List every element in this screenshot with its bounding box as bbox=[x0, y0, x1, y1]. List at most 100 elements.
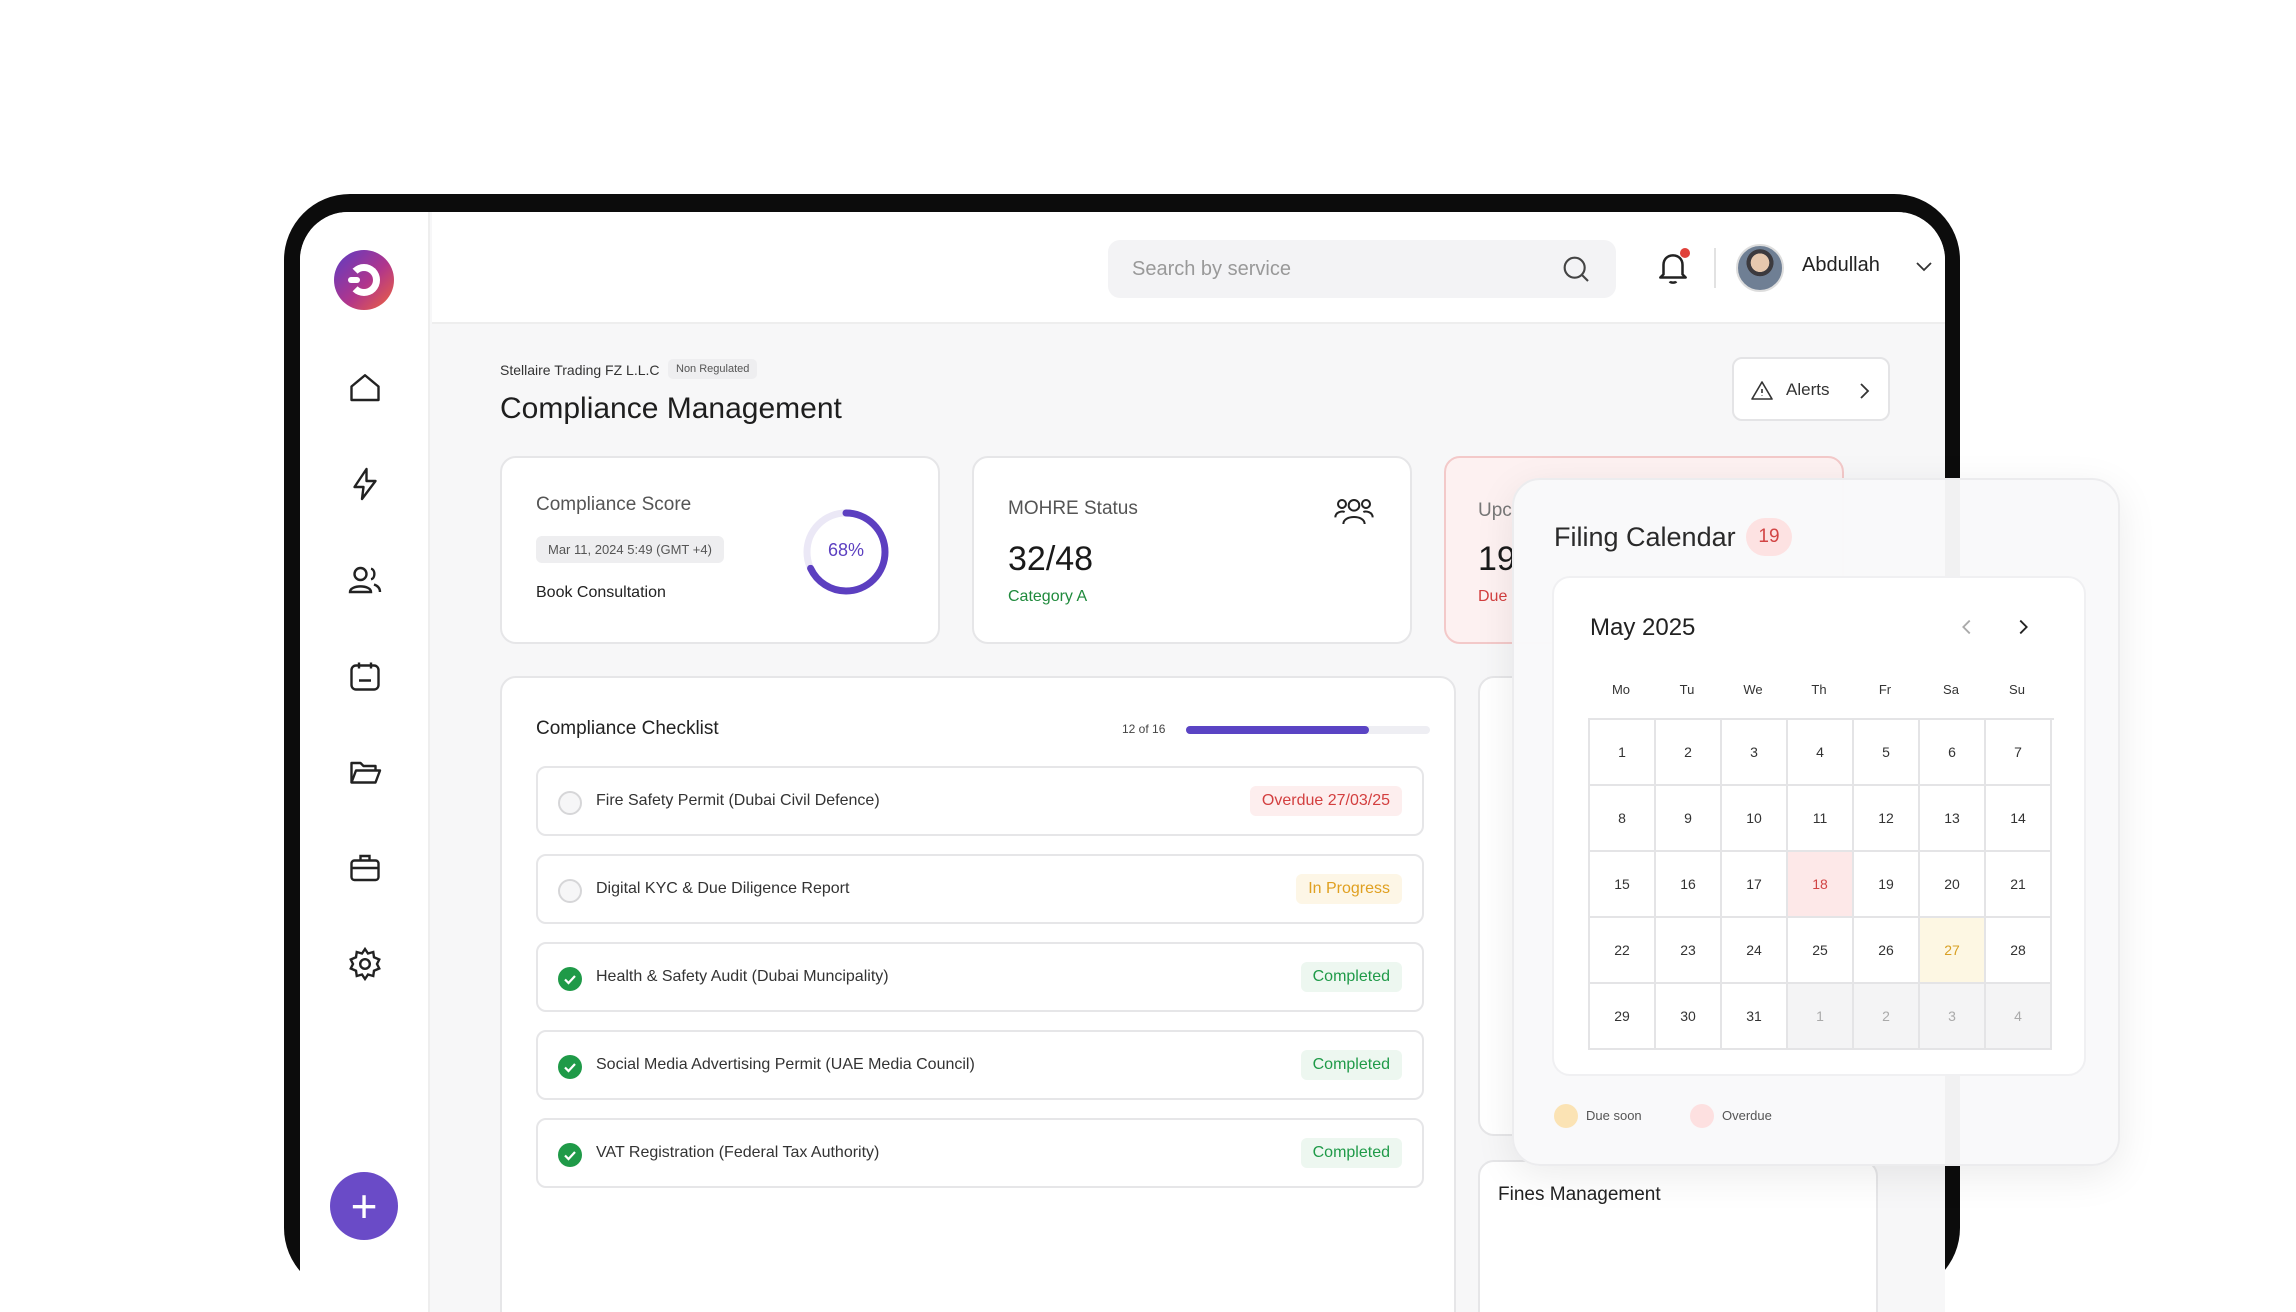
checklist-item[interactable]: Health & Safety Audit (Dubai Muncipality… bbox=[536, 942, 1424, 1012]
calendar-day[interactable]: 6 bbox=[1920, 720, 1986, 786]
filing-count-badge: 19 bbox=[1746, 518, 1792, 556]
check-circle-icon[interactable] bbox=[558, 967, 582, 991]
calendar-day[interactable]: 13 bbox=[1920, 786, 1986, 852]
compliance-checklist: Compliance Checklist 12 of 16 Fire Safet… bbox=[500, 676, 1456, 1312]
checklist-item-text: VAT Registration (Federal Tax Authority) bbox=[596, 1144, 880, 1161]
calendar-icon[interactable] bbox=[347, 658, 383, 694]
checklist-progress-text: 12 of 16 bbox=[1122, 722, 1166, 736]
check-circle-icon[interactable] bbox=[558, 1143, 582, 1167]
calendar-day[interactable]: 11 bbox=[1788, 786, 1854, 852]
weekday-label: Sa bbox=[1943, 682, 1959, 697]
legend-label: Overdue bbox=[1722, 1108, 1772, 1123]
chevron-right-icon[interactable] bbox=[2012, 616, 2034, 638]
calendar-day[interactable]: 28 bbox=[1986, 918, 2052, 984]
app-logo[interactable] bbox=[334, 250, 394, 310]
fines-card: Fines Management bbox=[1478, 1160, 1878, 1312]
mohre-value: 32/48 bbox=[1008, 540, 1094, 578]
legend-swatch bbox=[1690, 1104, 1714, 1128]
calendar-day[interactable]: 22 bbox=[1590, 918, 1656, 984]
calendar-day[interactable]: 4 bbox=[1986, 984, 2052, 1050]
checklist-item[interactable]: Digital KYC & Due Diligence Report In Pro… bbox=[536, 854, 1424, 924]
calendar-day[interactable]: 14 bbox=[1986, 786, 2052, 852]
alerts-button[interactable]: Alerts bbox=[1732, 357, 1890, 421]
calendar-day[interactable]: 1 bbox=[1788, 984, 1854, 1050]
calendar-day[interactable]: 7 bbox=[1986, 720, 2052, 786]
calendar-day[interactable]: 25 bbox=[1788, 918, 1854, 984]
search-input[interactable] bbox=[1132, 240, 1552, 298]
score-date: Mar 11, 2024 5:49 (GMT +4) bbox=[536, 536, 724, 563]
checklist-item[interactable]: VAT Registration (Federal Tax Authority)… bbox=[536, 1118, 1424, 1188]
filing-calendar-title: Filing Calendar bbox=[1554, 522, 1736, 552]
unchecked-circle[interactable] bbox=[558, 879, 582, 903]
user-name[interactable]: Abdullah bbox=[1802, 254, 1880, 277]
checklist-item[interactable]: Social Media Advertising Permit (UAE Med… bbox=[536, 1030, 1424, 1100]
chevron-left-icon[interactable] bbox=[1956, 616, 1978, 638]
calendar-day[interactable]: 24 bbox=[1722, 918, 1788, 984]
unchecked-circle[interactable] bbox=[558, 791, 582, 815]
checklist-item-text: Digital KYC & Due Diligence Report bbox=[596, 880, 850, 897]
calendar-day[interactable]: 19 bbox=[1854, 852, 1920, 918]
upcoming-label: Upc bbox=[1478, 500, 1512, 521]
calendar-day[interactable]: 2 bbox=[1656, 720, 1722, 786]
status-badge: Overdue 27/03/25 bbox=[1249, 786, 1402, 816]
settings-icon[interactable] bbox=[347, 946, 383, 982]
calendar-day[interactable]: 17 bbox=[1722, 852, 1788, 918]
calendar-day[interactable]: 8 bbox=[1590, 786, 1656, 852]
compliance-score-card: Compliance Score Mar 11, 2024 5:49 (GMT … bbox=[500, 456, 940, 644]
mohre-category: Category A bbox=[1008, 588, 1088, 605]
calendar-day[interactable]: 4 bbox=[1788, 720, 1854, 786]
checklist-item[interactable]: Fire Safety Permit (Dubai Civil Defence)… bbox=[536, 766, 1424, 836]
company-name: Stellaire Trading FZ L.L.C bbox=[500, 362, 660, 378]
calendar-day[interactable]: 27 bbox=[1920, 918, 1986, 984]
weekday-label: We bbox=[1743, 682, 1763, 697]
people-icon bbox=[1334, 499, 1374, 525]
calendar-day[interactable]: 29 bbox=[1590, 984, 1656, 1050]
page-title: Compliance Management bbox=[500, 392, 842, 425]
top-bar: Abdullah bbox=[432, 212, 1945, 324]
calendar-day[interactable]: 30 bbox=[1656, 984, 1722, 1050]
weekday-label: Fr bbox=[1878, 682, 1892, 697]
checklist-progress-bar bbox=[1186, 726, 1430, 734]
regulation-badge: Non Regulated bbox=[668, 359, 758, 379]
chevron-down-icon[interactable] bbox=[1912, 254, 1936, 278]
avatar[interactable] bbox=[1736, 244, 1784, 292]
calendar-day[interactable]: 12 bbox=[1854, 786, 1920, 852]
calendar-day[interactable]: 21 bbox=[1986, 852, 2052, 918]
book-consultation-link[interactable]: Book Consultation bbox=[536, 584, 666, 602]
search-bar bbox=[1108, 240, 1616, 298]
search-icon[interactable] bbox=[1560, 253, 1592, 285]
calendar-week: 22 23 24 25 26 27 28 bbox=[1590, 918, 2054, 984]
calendar-day[interactable]: 10 bbox=[1722, 786, 1788, 852]
calendar-day[interactable]: 20 bbox=[1920, 852, 1986, 918]
weekday-label: Su bbox=[2009, 682, 2025, 697]
calendar-day[interactable]: 18 bbox=[1788, 852, 1854, 918]
calendar-day[interactable]: 1 bbox=[1590, 720, 1656, 786]
folder-icon[interactable] bbox=[347, 754, 383, 790]
divider bbox=[1714, 248, 1716, 288]
checklist-item-text: Fire Safety Permit (Dubai Civil Defence) bbox=[596, 792, 880, 809]
warning-icon bbox=[1751, 381, 1773, 400]
weekday-label: Th bbox=[1811, 682, 1827, 697]
calendar-day[interactable]: 23 bbox=[1656, 918, 1722, 984]
calendar-day[interactable]: 2 bbox=[1854, 984, 1920, 1050]
calendar-day[interactable]: 3 bbox=[1920, 984, 1986, 1050]
briefcase-icon[interactable] bbox=[347, 850, 383, 886]
checklist-item-text: Social Media Advertising Permit (UAE Med… bbox=[596, 1056, 975, 1073]
users-icon[interactable] bbox=[347, 562, 383, 598]
lightning-icon[interactable] bbox=[347, 466, 383, 502]
status-badge: Completed bbox=[1300, 1138, 1402, 1168]
calendar-day[interactable]: 16 bbox=[1656, 852, 1722, 918]
calendar-day[interactable]: 26 bbox=[1854, 918, 1920, 984]
calendar-day[interactable]: 9 bbox=[1656, 786, 1722, 852]
calendar-day[interactable]: 3 bbox=[1722, 720, 1788, 786]
home-icon[interactable] bbox=[347, 370, 383, 406]
check-circle-icon[interactable] bbox=[558, 1055, 582, 1079]
calendar-week: 1234567 bbox=[1590, 720, 2054, 786]
calendar-week: 15 16 17 18 19 20 21 bbox=[1590, 852, 2054, 918]
calendar-day[interactable]: 31 bbox=[1722, 984, 1788, 1050]
calendar-day[interactable]: 15 bbox=[1590, 852, 1656, 918]
add-button[interactable]: + bbox=[330, 1172, 398, 1240]
checklist-title: Compliance Checklist bbox=[536, 718, 719, 739]
calendar-day[interactable]: 5 bbox=[1854, 720, 1920, 786]
legend-label: Due soon bbox=[1586, 1108, 1642, 1123]
